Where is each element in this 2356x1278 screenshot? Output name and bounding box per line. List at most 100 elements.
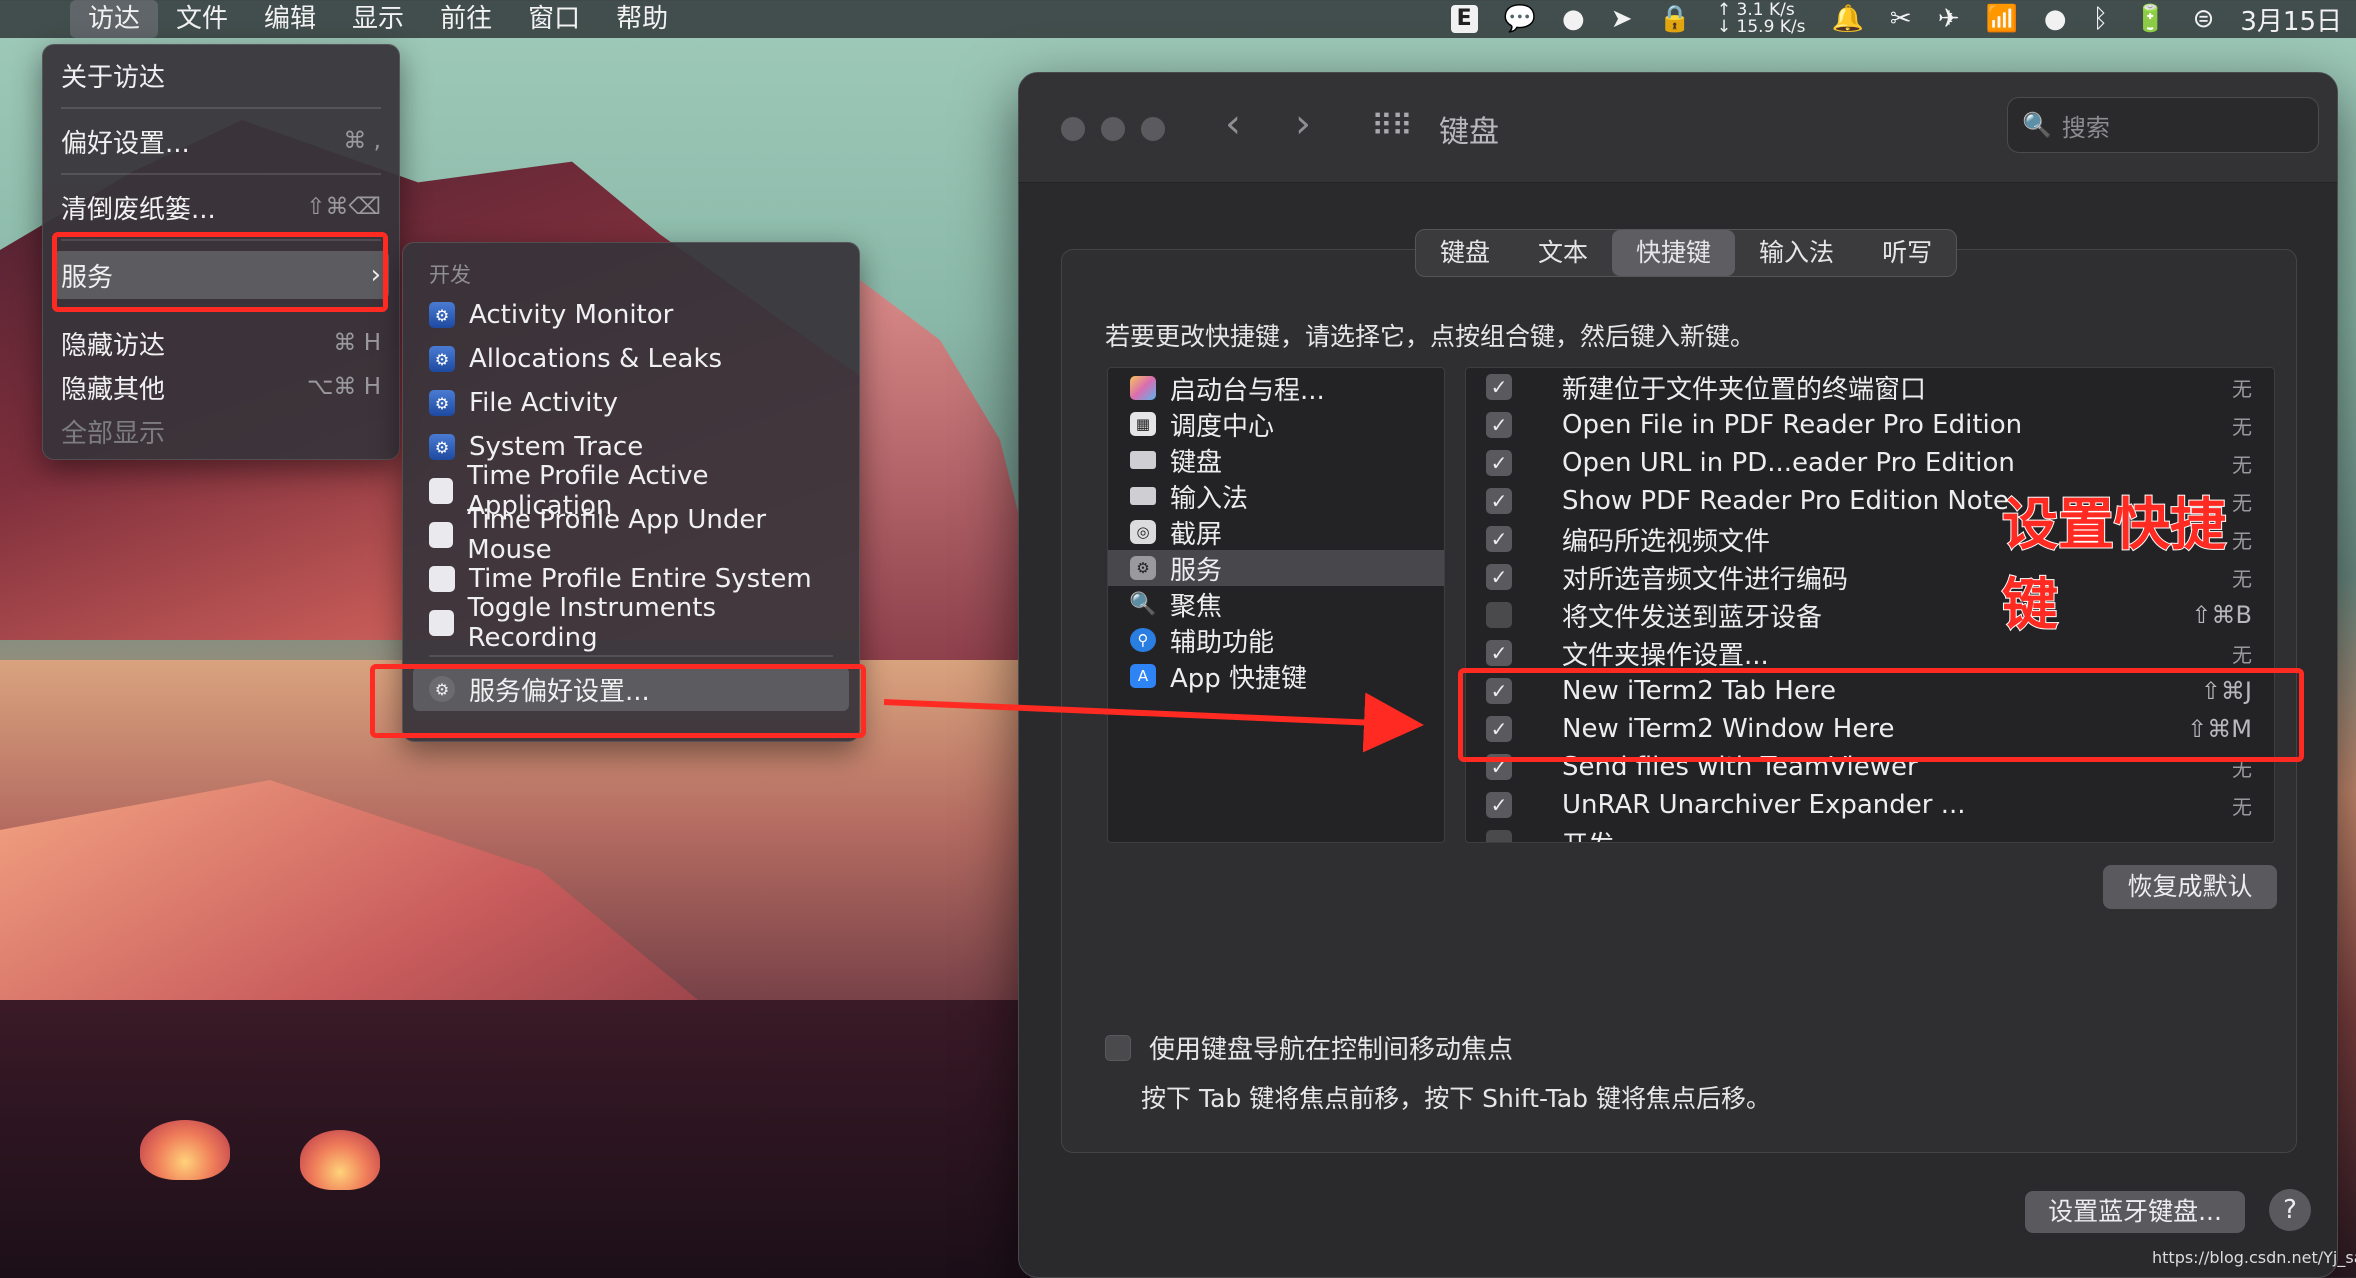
shortcut-checkbox[interactable]: ✓: [1486, 640, 1512, 666]
instruction-text: 若要更改快捷键，请选择它，点按组合键，然后键入新键。: [1105, 322, 1756, 351]
wallpaper-hill: [0, 780, 900, 1278]
scissors-icon[interactable]: ✂: [1890, 4, 1912, 34]
shortcut-key[interactable]: 无: [2134, 411, 2274, 440]
menu-finder[interactable]: 访达: [70, 0, 159, 38]
service-item-time-profile-mouse[interactable]: Time Profile App Under Mouse: [413, 505, 849, 565]
cloud-icon[interactable]: ●: [1562, 4, 1585, 34]
e-app-icon[interactable]: E: [1450, 5, 1478, 33]
window-titlebar: ‹ › ⠿⠿ 键盘 🔍 搜索: [1019, 73, 2337, 183]
lock-app-icon[interactable]: 🔒: [1659, 4, 1691, 34]
net-down: ↓ 15.9 K/s: [1716, 17, 1806, 37]
category-launchpad[interactable]: 启动台与程...: [1108, 370, 1444, 406]
service-item-label: Allocations & Leaks: [469, 344, 723, 374]
service-item-allocations[interactable]: ⚙ Allocations & Leaks: [413, 337, 849, 381]
tab-keyboard[interactable]: 键盘: [1416, 230, 1514, 276]
shortcut-name: Open URL in PD...eader Pro Edition: [1562, 448, 2015, 478]
menu-file[interactable]: 文件: [158, 0, 246, 38]
battery-icon[interactable]: 🔋: [2134, 4, 2166, 34]
menu-item-shortcut: ⌘ H: [333, 330, 381, 356]
shortcut-row[interactable]: ✓ 文件夹操作设置... 无: [1466, 634, 2274, 672]
send-icon[interactable]: ✈: [1938, 4, 1960, 34]
forward-button[interactable]: ›: [1295, 101, 1311, 147]
clock-date[interactable]: 3月15日: [2240, 1, 2342, 38]
shortcut-checkbox[interactable]: ✓: [1486, 374, 1512, 400]
service-item-activity-monitor[interactable]: ⚙ Activity Monitor: [413, 293, 849, 337]
shortcut-checkbox[interactable]: ✓: [1486, 564, 1512, 590]
shortcut-row[interactable]: ✓ 新建位于文件夹位置的终端窗口 无: [1466, 368, 2274, 406]
keyboard-navigation-checkbox[interactable]: [1105, 1034, 1131, 1061]
restore-defaults-button[interactable]: 恢复成默认: [2103, 865, 2277, 909]
instruments-icon: ⚙: [429, 346, 455, 372]
shortcut-key[interactable]: 无: [2134, 791, 2274, 820]
shortcut-checkbox[interactable]: ✓: [1486, 526, 1512, 552]
close-window-button[interactable]: [1061, 117, 1085, 141]
shortcut-checkbox[interactable]: ✓: [1486, 450, 1512, 476]
shortcut-key[interactable]: 无: [2134, 449, 2274, 478]
category-accessibility[interactable]: ⚲ 辅助功能: [1108, 622, 1444, 658]
shortcut-row[interactable]: ✓ Open URL in PD...eader Pro Edition 无: [1466, 444, 2274, 482]
user-avatar-icon[interactable]: ●: [2044, 4, 2067, 34]
shortcut-row[interactable]: ✓ Open File in PDF Reader Pro Edition 无: [1466, 406, 2274, 444]
bluetooth-icon[interactable]: ᛒ: [2093, 4, 2109, 34]
menu-view[interactable]: 显示: [334, 0, 422, 38]
menu-edit[interactable]: 编辑: [246, 0, 334, 38]
menu-go[interactable]: 前往: [422, 0, 510, 38]
wechat-icon[interactable]: 💬: [1504, 4, 1536, 34]
shortcut-checkbox[interactable]: ✓: [1486, 412, 1512, 438]
menu-item-shortcut: ⇧⌘⌫: [306, 194, 381, 220]
menu-window[interactable]: 窗口: [510, 0, 598, 38]
shortcut-checkbox[interactable]: [1486, 602, 1512, 628]
shortcut-key[interactable]: 无: [2134, 563, 2274, 592]
setup-bluetooth-keyboard-button[interactable]: 设置蓝牙键盘...: [2025, 1191, 2245, 1233]
service-item-file-activity[interactable]: ⚙ File Activity: [413, 381, 849, 425]
minimize-window-button[interactable]: [1101, 117, 1125, 141]
shortcut-checkbox[interactable]: [1486, 830, 1512, 842]
notification-bell-icon[interactable]: 🔔: [1832, 4, 1864, 34]
menu-item-show-all: 全部显示: [53, 409, 389, 453]
menu-item-label: 隐藏其他: [61, 374, 166, 405]
menu-item-empty-trash[interactable]: 清倒废纸篓... ⇧⌘⌫: [53, 185, 389, 229]
shortcut-key[interactable]: 无: [2134, 639, 2274, 668]
shortcut-checkbox[interactable]: ✓: [1486, 792, 1512, 818]
menu-help[interactable]: 帮助: [598, 0, 686, 38]
shortcut-row[interactable]: ✓ UnRAR Unarchiver Expander ... 无: [1466, 786, 2274, 824]
search-field[interactable]: 🔍 搜索: [2007, 97, 2319, 153]
help-button[interactable]: ?: [2269, 1189, 2311, 1231]
zoom-window-button[interactable]: [1141, 117, 1165, 141]
category-spotlight[interactable]: 🔍 聚焦: [1108, 586, 1444, 622]
tab-shortcuts[interactable]: 快捷键: [1612, 230, 1736, 276]
back-button[interactable]: ‹: [1225, 101, 1241, 147]
shortcut-checkbox[interactable]: ✓: [1486, 488, 1512, 514]
category-mission-control[interactable]: ▦ 调度中心: [1108, 406, 1444, 442]
wifi-icon[interactable]: 📶: [1986, 4, 2018, 34]
network-speed[interactable]: ↑ 3.1 K/s ↓ 15.9 K/s: [1717, 2, 1806, 36]
tab-text[interactable]: 文本: [1514, 230, 1612, 276]
show-all-grid-icon[interactable]: ⠿⠿: [1371, 109, 1413, 144]
keyboard-navigation-option[interactable]: 使用键盘导航在控制间移动焦点: [1105, 1029, 1513, 1066]
tab-input-sources[interactable]: 输入法: [1735, 230, 1858, 276]
category-input-sources[interactable]: 输入法: [1108, 478, 1444, 514]
service-item-toggle-recording[interactable]: Toggle Instruments Recording: [413, 593, 849, 653]
category-keyboard[interactable]: 键盘: [1108, 442, 1444, 478]
control-center-icon[interactable]: ⊜: [2193, 4, 2215, 34]
annotation-box-services: [52, 232, 388, 312]
shortcut-row[interactable]: 开发: [1466, 824, 2274, 842]
tab-dictation[interactable]: 听写: [1858, 230, 1956, 276]
category-screenshots[interactable]: ◎ 截屏: [1108, 514, 1444, 550]
menu-item-hide-others[interactable]: 隐藏其他 ⌥⌘ H: [53, 365, 389, 409]
document-icon: [429, 522, 454, 548]
window-title: 键盘: [1439, 115, 1499, 150]
submenu-section-header: 开发: [429, 263, 471, 287]
shortcut-row[interactable]: 将文件发送到蓝牙设备 ⇧⌘B: [1466, 596, 2274, 634]
service-item-label: File Activity: [469, 388, 619, 418]
keyboard-icon: [1130, 451, 1156, 469]
shortcut-key[interactable]: ⇧⌘B: [2134, 601, 2274, 629]
menu-item-about[interactable]: 关于访达: [53, 53, 389, 97]
shortcut-row[interactable]: ✓ 对所选音频文件进行编码无: [1466, 558, 2274, 596]
menu-item-hide[interactable]: 隐藏访达 ⌘ H: [53, 321, 389, 365]
annotation-arrow-icon: [883, 692, 1424, 753]
menu-item-preferences[interactable]: 偏好设置... ⌘ ,: [53, 119, 389, 163]
shortcut-key[interactable]: 无: [2134, 373, 2274, 402]
category-services[interactable]: ⚙ 服务: [1108, 550, 1444, 586]
vpn-icon[interactable]: ➤: [1611, 4, 1633, 34]
